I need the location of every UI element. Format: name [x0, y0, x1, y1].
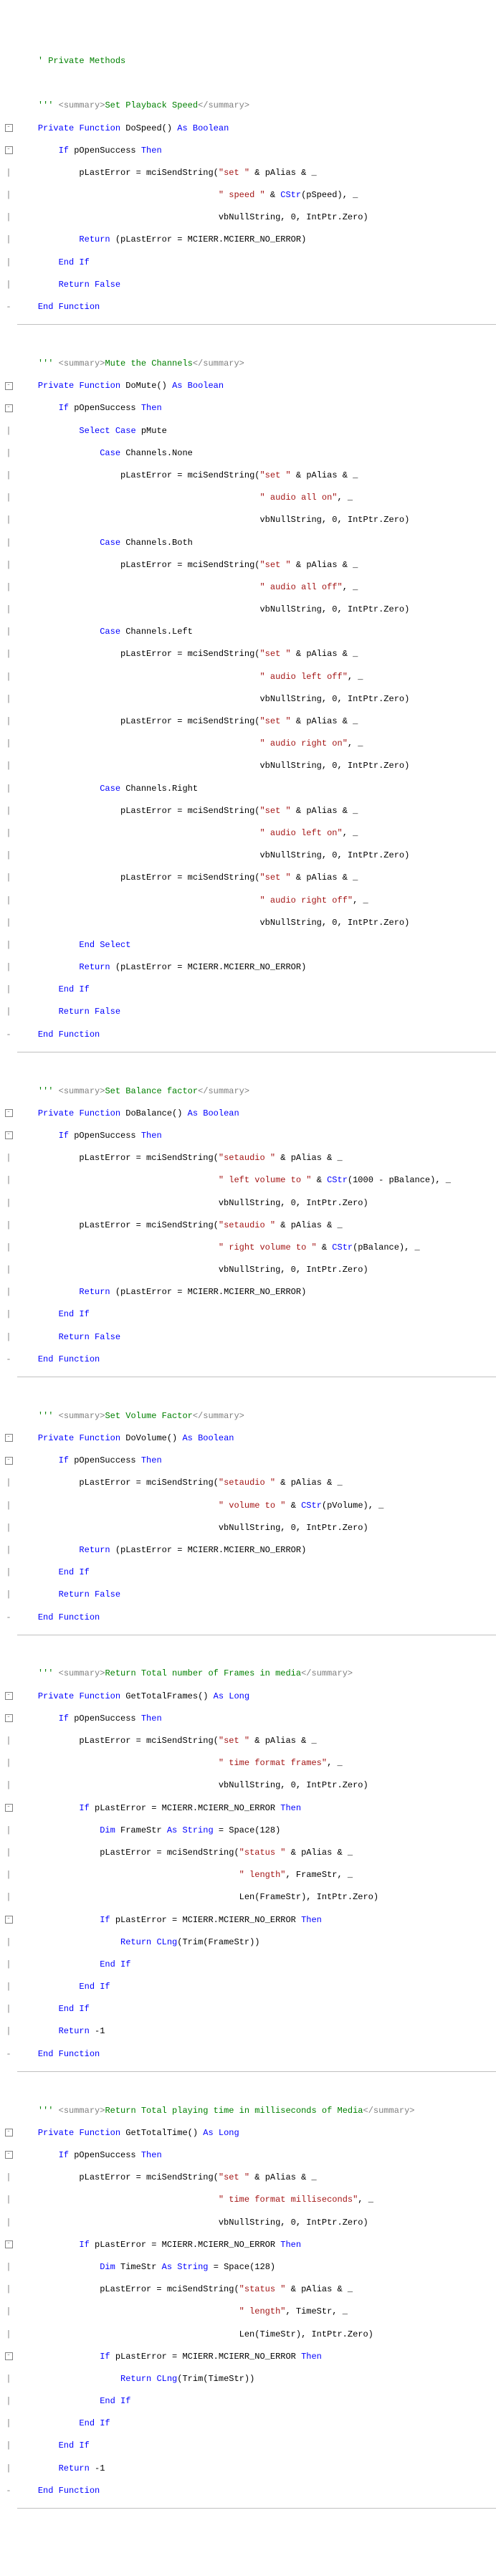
fold-icon[interactable]: -: [5, 1457, 13, 1465]
fold-icon[interactable]: -: [5, 124, 13, 132]
fn-gettotalframes: GetTotalFrames(): [125, 1691, 208, 1701]
fold-icon[interactable]: -: [5, 382, 13, 390]
fn-gettotaltime: GetTotalTime(): [125, 2128, 198, 2138]
fold-icon[interactable]: -: [5, 404, 13, 412]
separator: [17, 2508, 496, 2509]
fold-icon[interactable]: -: [5, 1131, 13, 1139]
fold-icon[interactable]: -: [5, 1692, 13, 1700]
fold-icon[interactable]: -: [5, 2240, 13, 2248]
fold-icon[interactable]: -: [5, 146, 13, 154]
region-comment: ' Private Methods: [38, 56, 125, 66]
summary-time: Return Total playing time in millisecond…: [105, 2106, 363, 2116]
fold-icon[interactable]: -: [5, 1714, 13, 1722]
fn-dobalance: DoBalance(): [125, 1108, 182, 1118]
fn-dospeed: DoSpeed(): [125, 123, 172, 133]
fold-icon[interactable]: -: [5, 2151, 13, 2159]
summary-frames: Return Total number of Frames in media: [105, 1668, 301, 1678]
summary-balance: Set Balance factor: [105, 1086, 198, 1096]
fold-icon[interactable]: -: [5, 2129, 13, 2137]
code-editor[interactable]: ' Private Methods ''' <summary>Set Playb…: [0, 44, 496, 2519]
separator: [17, 2071, 496, 2072]
fold-icon[interactable]: -: [5, 1109, 13, 1117]
separator: [17, 324, 496, 325]
fold-icon[interactable]: -: [5, 2352, 13, 2360]
fold-icon[interactable]: -: [5, 1916, 13, 1924]
fn-dovolume: DoVolume(): [125, 1433, 177, 1443]
summary-mute: Mute the Channels: [105, 358, 192, 369]
fn-domute: DoMute(): [125, 381, 167, 391]
summary-speed: Set Playback Speed: [105, 100, 198, 110]
summary-volume: Set Volume Factor: [105, 1411, 192, 1421]
fold-icon[interactable]: -: [5, 1434, 13, 1442]
fold-icon[interactable]: -: [5, 1804, 13, 1812]
